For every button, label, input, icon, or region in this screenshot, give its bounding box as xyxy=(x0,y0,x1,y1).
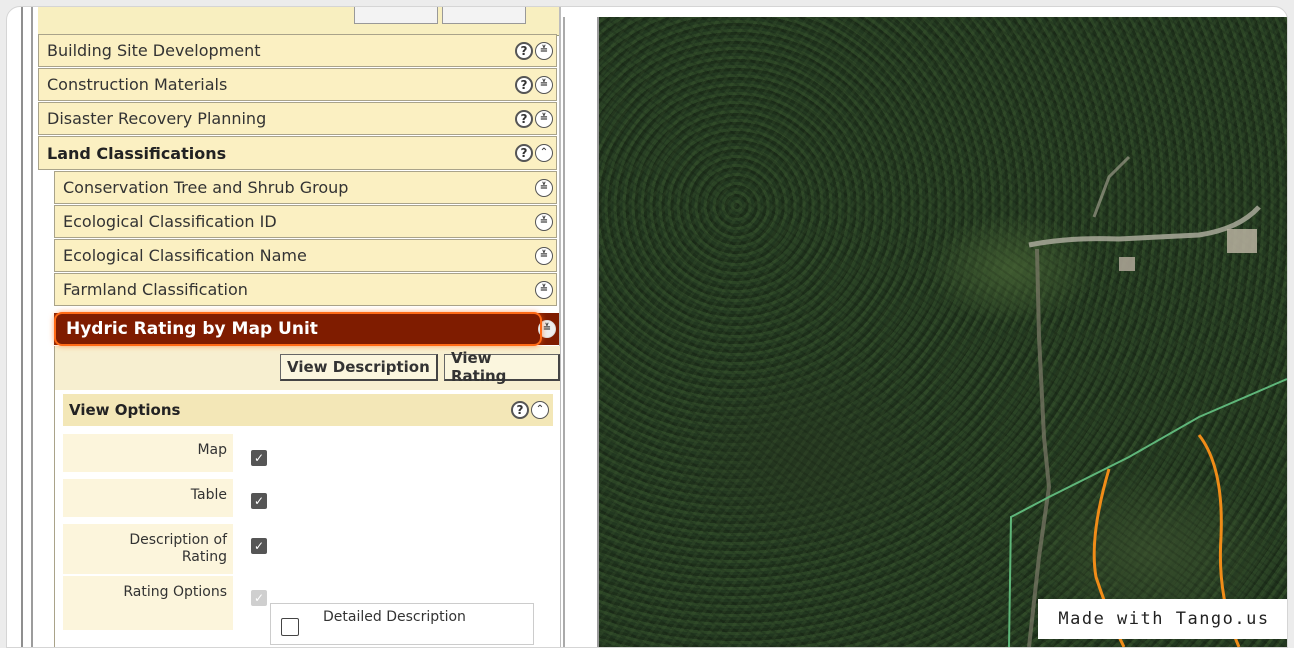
expand-chevron-icon[interactable]: ≚ xyxy=(535,212,553,231)
building xyxy=(1119,257,1135,271)
description-label-line2: Rating xyxy=(181,549,227,565)
description-checkbox[interactable]: ✓ xyxy=(251,538,267,554)
map-overlay xyxy=(1008,155,1287,647)
help-icon[interactable]: ? xyxy=(515,109,533,128)
active-subitem-label: Hydric Rating by Map Unit xyxy=(66,319,318,339)
subitem-hydric-rating-active[interactable]: Hydric Rating by Map Unit ≚ xyxy=(54,313,559,345)
panel-splitter[interactable] xyxy=(563,17,601,647)
expand-chevron-icon[interactable]: ≚ xyxy=(535,41,553,60)
category-building-site-development[interactable]: Building Site Development ? ≚ xyxy=(38,34,557,67)
collapse-chevron-icon[interactable]: ⌃ xyxy=(531,401,549,419)
category-land-classifications[interactable]: Land Classifications ? ⌃ xyxy=(38,136,557,170)
option-table-label: Table xyxy=(63,479,233,517)
subitem-farmland-classification[interactable]: Farmland Classification ≚ xyxy=(54,273,557,306)
screenshot-frame: Building Site Development ? ≚ Constructi… xyxy=(6,6,1288,648)
panel-top-bar xyxy=(38,7,559,36)
help-icon[interactable]: ? xyxy=(511,401,529,419)
help-icon[interactable]: ? xyxy=(515,144,533,162)
view-rating-button[interactable]: View Rating xyxy=(444,349,560,385)
detailed-description-label: Detailed Description xyxy=(323,609,466,625)
aerial-map[interactable] xyxy=(599,17,1287,647)
subitem-conservation-tree[interactable]: Conservation Tree and Shrub Group ≚ xyxy=(54,171,557,204)
subitem-label: Ecological Classification Name xyxy=(63,246,307,265)
subitem-ecological-classification-id[interactable]: Ecological Classification ID ≚ xyxy=(54,205,557,238)
option-map-label: Map xyxy=(63,434,233,472)
view-options-title: View Options xyxy=(69,401,181,419)
expand-chevron-icon[interactable]: ≚ xyxy=(535,178,553,197)
building xyxy=(1227,229,1257,253)
option-description-label: Description of Rating xyxy=(63,524,233,574)
map-checkbox[interactable]: ✓ xyxy=(251,450,267,466)
view-options-header[interactable]: View Options ? ⌃ xyxy=(63,394,553,426)
rating-options-checkbox[interactable]: ✓ xyxy=(251,590,267,606)
option-rating-options-label: Rating Options xyxy=(63,576,233,630)
rating-button-bar: View Description View Rating xyxy=(54,346,560,390)
view-options-panel: View Options ? ⌃ Map ✓ Table ✓ Descripti… xyxy=(54,390,560,647)
category-label: Construction Materials xyxy=(47,75,228,94)
category-label: Disaster Recovery Planning xyxy=(47,109,267,128)
option-map: Map ✓ xyxy=(63,434,553,472)
top-button-partial[interactable] xyxy=(354,7,438,24)
category-construction-materials[interactable]: Construction Materials ? ≚ xyxy=(38,68,557,101)
road-line xyxy=(1027,248,1052,647)
driveway-line xyxy=(1092,155,1131,218)
expand-chevron-icon[interactable]: ≚ xyxy=(535,75,553,94)
detailed-description-checkbox[interactable] xyxy=(281,618,299,636)
expand-chevron-icon[interactable]: ≚ xyxy=(535,280,553,299)
expand-chevron-icon[interactable]: ≚ xyxy=(535,109,553,128)
expand-chevron-icon[interactable]: ≚ xyxy=(535,246,553,265)
option-table: Table ✓ xyxy=(63,479,553,517)
option-description: Description of Rating ✓ xyxy=(63,524,553,574)
help-icon[interactable]: ? xyxy=(515,41,533,60)
view-description-button[interactable]: View Description xyxy=(280,354,438,381)
tango-watermark: Made with Tango.us xyxy=(1038,599,1287,639)
category-label: Building Site Development xyxy=(47,41,261,60)
subitem-ecological-classification-name[interactable]: Ecological Classification Name ≚ xyxy=(54,239,557,272)
road-line xyxy=(1028,205,1261,248)
help-icon[interactable]: ? xyxy=(515,75,533,94)
subitem-label: Conservation Tree and Shrub Group xyxy=(63,178,349,197)
soil-data-panel: Building Site Development ? ≚ Constructi… xyxy=(38,7,561,647)
description-label-line1: Description of xyxy=(129,532,227,548)
subitem-label: Ecological Classification ID xyxy=(63,212,277,231)
expand-chevron-icon[interactable]: ≚ xyxy=(538,320,556,338)
category-disaster-recovery-planning[interactable]: Disaster Recovery Planning ? ≚ xyxy=(38,102,557,135)
subitem-label: Farmland Classification xyxy=(63,280,248,299)
category-label: Land Classifications xyxy=(47,143,227,163)
table-checkbox[interactable]: ✓ xyxy=(251,493,267,509)
collapse-chevron-icon[interactable]: ⌃ xyxy=(535,144,553,162)
top-button-partial-2[interactable] xyxy=(442,7,526,24)
